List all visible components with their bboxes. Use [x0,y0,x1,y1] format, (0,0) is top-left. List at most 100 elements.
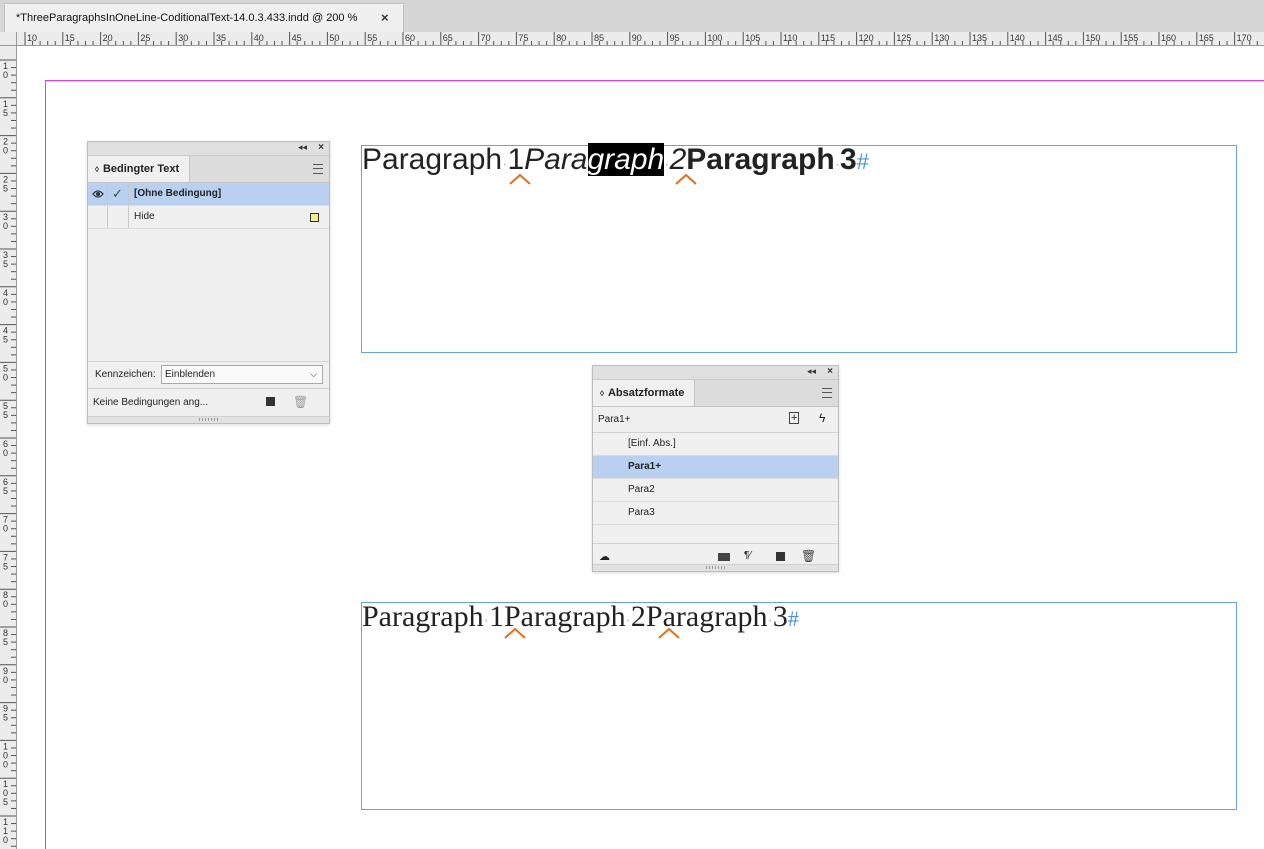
text-line-top[interactable]: Paragraph·1Paragraph·2Paragraph·3# [362,143,869,182]
ruler-label: 0 [3,759,8,769]
resize-grip[interactable] [593,564,838,571]
paragraph-2-text: Para [524,143,588,176]
condition-color-swatch [310,213,319,222]
paragraph-3-text: Paragraph [686,143,835,176]
ruler-origin[interactable] [0,32,17,46]
ruler-label: 15 [65,33,75,43]
condition-list: ✓ [Ohne Bedingung] Hide [88,183,329,361]
ruler-label: 130 [934,33,949,43]
paragraph-break-caret-icon [504,627,526,639]
ruler-label: 5 [3,486,8,496]
ruler-label: 110 [783,33,797,43]
panel-menu-icon[interactable] [313,164,323,174]
panel-titlebar[interactable]: ◂◂ × [593,366,838,380]
condition-label: Hide [134,211,155,222]
ruler-label: 50 [329,33,339,43]
ruler-label: 0 [3,448,8,458]
horizontal-ruler[interactable]: 10 15 20 25 30 35 40 45 50 55 60 65 70 75 80 85 90 95 100 1… [17,32,1264,46]
style-label: Para2 [628,484,655,495]
ruler-label: 0 [3,297,8,307]
ruler-label: 155 [1123,33,1138,43]
ruler-label: 90 [632,33,642,43]
column-divider [128,183,129,205]
new-condition-icon[interactable] [266,397,275,406]
paragraph-1-number: 1 [507,143,525,176]
current-style-label: Para1+ [598,414,631,425]
checkmark-icon[interactable]: ✓ [112,183,123,205]
ruler-label: 100 [707,33,722,43]
paragraph-break-caret-icon [658,627,680,639]
paragraph-styles-panel: ◂◂ × ◊ Absatzformate Para1+ + ϟ [Einf. Ab… [592,365,839,572]
paragraph-1-number: 1 [488,600,504,633]
style-row[interactable]: Para3 [593,502,838,525]
text-frame-top[interactable]: Paragraph·1Paragraph·2Paragraph·3# [361,143,1237,353]
ruler-label: 85 [594,33,604,43]
style-list: [Einf. Abs.] Para1+ Para2 Para3 [593,433,838,543]
style-row[interactable]: [Einf. Abs.] [593,433,838,456]
close-icon[interactable]: × [318,142,324,153]
folder-icon[interactable] [718,553,730,561]
column-divider [107,183,108,205]
style-row[interactable]: Para2 [593,479,838,502]
paragraph-break-caret-icon [509,173,531,185]
ruler-label: 170 [1237,33,1252,43]
panel-tab-row: ◊ Absatzformate [593,380,838,407]
text-line-bottom[interactable]: Paragraph·1Paragraph·2Paragraph·3# [362,600,799,639]
ruler-label: 5 [3,637,8,647]
ruler-label: 20 [103,33,113,43]
tab-conditional-text[interactable]: ◊ Bedingter Text [88,156,191,182]
tab-toggle-icon: ◊ [600,389,604,398]
ruler-label: 80 [556,33,566,43]
tab-toggle-icon: ◊ [95,165,99,174]
condition-row[interactable]: ✓ [Ohne Bedingung] [88,183,329,206]
end-of-story-mark: # [856,149,869,174]
ruler-label: 5 [3,410,8,420]
ruler-label: 0 [3,221,8,231]
new-style-icon[interactable] [776,552,785,561]
ruler-label: 160 [1161,33,1176,43]
ruler-label: 45 [292,33,302,43]
paragraph-2-number: 2 [630,600,646,633]
create-style-icon[interactable]: + [789,412,800,424]
paragraph-3-number: 3 [772,600,788,633]
cloud-library-icon[interactable]: ☁ [599,550,610,563]
document-tab-bar: *ThreeParagraphsInOneLine-CoditionalText… [0,0,1264,32]
collapse-icon[interactable]: ◂◂ [807,366,816,377]
style-label: Para3 [628,507,655,518]
text-frame-bottom[interactable]: Paragraph·1Paragraph·2Paragraph·3# [361,600,1237,810]
trash-icon[interactable]: 🗑 [801,549,816,563]
collapse-icon[interactable]: ◂◂ [298,142,307,153]
close-icon[interactable]: × [827,366,833,377]
vertical-ruler[interactable]: 1015202530354045505560657075808590951001… [0,46,17,849]
paragraph-break-caret-icon [675,173,697,185]
trash-icon[interactable]: 🗑 [293,395,308,409]
page-edge-left [45,80,46,849]
ruler-label: 55 [367,33,377,43]
panel-tab-row: ◊ Bedingter Text [88,156,329,183]
document-tab[interactable]: *ThreeParagraphsInOneLine-CoditionalText… [4,3,404,32]
paragraph-1-text: Paragraph [362,600,484,633]
indicator-label: Kennzeichen: [95,369,156,380]
ruler-label: 40 [254,33,264,43]
clear-overrides-icon[interactable]: ¶⁄ [744,550,751,561]
ruler-label: 0 [3,599,8,609]
panel-menu-icon[interactable] [822,388,832,398]
tab-paragraph-styles[interactable]: ◊ Absatzformate [593,380,696,406]
indicator-select[interactable]: Einblenden ⌵ [161,365,323,384]
resize-grip[interactable] [88,416,329,423]
ruler-label: 70 [481,33,491,43]
panel-titlebar[interactable]: ◂◂ × [88,142,329,156]
ruler-label: 0 [3,835,8,845]
ruler-label: 105 [745,33,760,43]
lightning-icon[interactable]: ϟ [819,411,825,425]
condition-row[interactable]: Hide [88,206,329,229]
style-label: [Einf. Abs.] [628,438,676,449]
close-icon[interactable]: × [381,10,389,25]
ruler-label: 135 [972,33,987,43]
tab-label: Bedingter Text [102,163,180,175]
style-row[interactable]: Para1+ [593,456,838,479]
ruler-label: 5 [3,561,8,571]
ruler-label: 95 [670,33,680,43]
ruler-label: 165 [1199,33,1214,43]
column-divider [107,206,108,228]
